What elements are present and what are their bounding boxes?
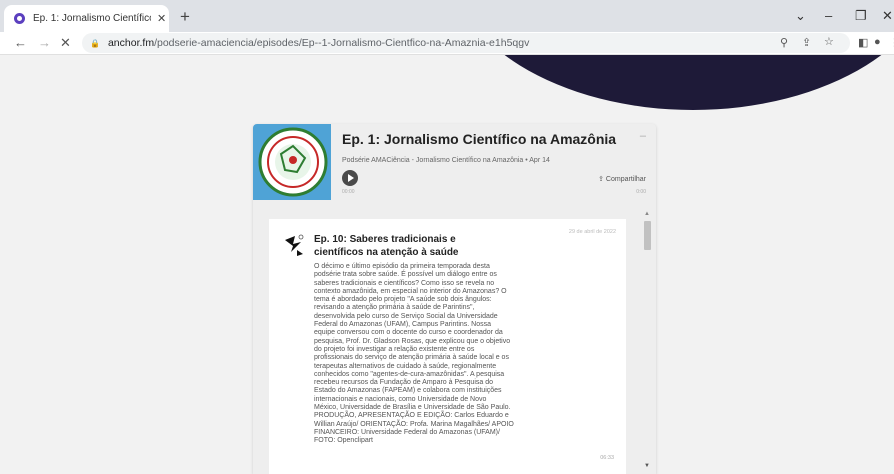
scrollbar-thumb[interactable]: [644, 221, 651, 250]
forward-button[interactable]: →: [38, 35, 51, 50]
episode-meta: Podsérie AMACiência - Jornalismo Científ…: [342, 157, 550, 164]
list-item[interactable]: Ep. 10: Saberes tradicionais e científic…: [269, 219, 626, 474]
episode-list: Ep. 10: Saberes tradicionais e científic…: [257, 211, 641, 474]
background-shape: [448, 55, 894, 110]
browser-tab[interactable]: Ep. 1: Jornalismo Científico na Am ✕: [4, 5, 169, 32]
maximize-button[interactable]: ❐: [855, 8, 867, 24]
scrollbar[interactable]: ▲ ▼: [641, 211, 653, 474]
stop-button[interactable]: ✕: [60, 35, 71, 51]
episode-title: Ep. 1: Jornalismo Científico na Amazônia: [342, 131, 617, 147]
list-item-duration: 06:33: [600, 455, 614, 461]
profile-icon[interactable]: ●: [874, 36, 881, 48]
podcast-cover-image: [253, 124, 331, 200]
page-content: Ep. 1: Jornalismo Científico na Amazônia…: [0, 55, 894, 474]
close-window-button[interactable]: ✕: [882, 8, 893, 24]
new-tab-button[interactable]: +: [180, 7, 190, 27]
tab-title: Ep. 1: Jornalismo Científico na Am: [33, 13, 151, 24]
share-button[interactable]: ⇪ Compartilhar: [598, 175, 646, 183]
list-item-title: Ep. 10: Saberes tradicionais e científic…: [314, 234, 459, 258]
url-text: anchor.fm/podserie-amaciencia/episodes/E…: [107, 37, 530, 49]
favicon-icon: [14, 13, 25, 24]
scroll-up-icon[interactable]: ▲: [644, 211, 650, 217]
menu-icon[interactable]: ⋮: [889, 36, 894, 49]
list-item-description: O décimo e último episódio da primeira t…: [314, 263, 514, 445]
zoom-icon[interactable]: ⚲: [780, 36, 788, 49]
lock-icon[interactable]: 🔒: [90, 39, 100, 48]
address-bar[interactable]: 🔒 anchor.fm/podserie-amaciencia/episodes…: [82, 33, 850, 53]
share-icon[interactable]: ⇪: [802, 36, 811, 49]
share-label: Compartilhar: [605, 176, 646, 183]
podcast-player-card: Ep. 1: Jornalismo Científico na Amazônia…: [253, 124, 656, 474]
tab-strip: Ep. 1: Jornalismo Científico na Am ✕ + ⌄…: [0, 0, 894, 32]
bookmark-star-icon[interactable]: ☆: [824, 35, 834, 48]
time-start: 00:00: [342, 189, 355, 195]
episode-art-icon: [285, 234, 304, 256]
browser-toolbar: ← → ✕ 🔒 anchor.fm/podserie-amaciencia/ep…: [0, 32, 894, 55]
tab-close-icon[interactable]: ✕: [157, 12, 166, 25]
play-icon[interactable]: [342, 170, 358, 186]
minimize-button[interactable]: –: [825, 8, 832, 23]
share-icon: ⇪: [598, 176, 604, 183]
time-end: 0:00: [636, 189, 646, 195]
sidepanel-icon[interactable]: ◧: [858, 36, 868, 49]
back-button[interactable]: ←: [14, 35, 27, 50]
collapse-button[interactable]: –: [640, 130, 646, 142]
tab-search-icon[interactable]: ⌄: [795, 8, 806, 24]
scroll-down-icon[interactable]: ▼: [644, 463, 650, 469]
list-item-date: 29 de abril de 2022: [568, 229, 616, 235]
